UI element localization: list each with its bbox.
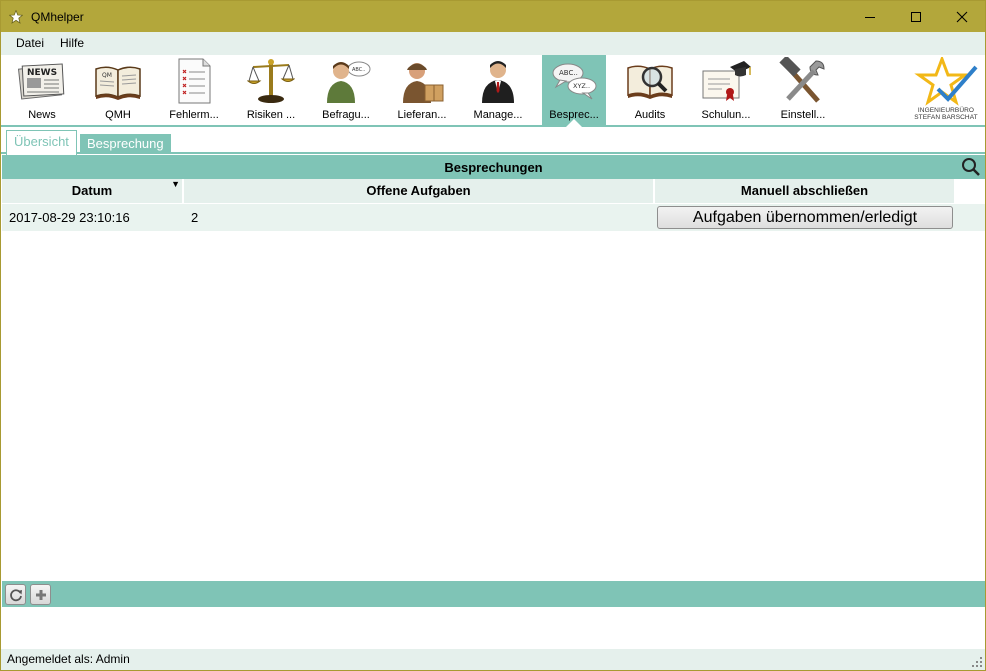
ribbon-label: QMH — [105, 109, 131, 121]
star-check-logo-icon — [914, 57, 978, 106]
app-window: QMhelper Datei Hilfe NEWS News QM QMH Fe… — [0, 0, 986, 671]
column-header-datum[interactable]: Datum ▼ — [2, 179, 183, 203]
ribbon-lieferanten[interactable]: Lieferan... — [390, 55, 454, 127]
status-text: Angemeldet als: Admin — [7, 652, 130, 666]
svg-text:QM: QM — [102, 72, 112, 79]
ribbon-news[interactable]: NEWS News — [10, 55, 74, 127]
svg-text:XYZ..: XYZ.. — [573, 82, 590, 90]
column-header-offene-aufgaben[interactable]: Offene Aufgaben — [184, 179, 654, 203]
ribbon-label: Befragu... — [322, 109, 370, 121]
aufgaben-erledigt-button[interactable]: Aufgaben übernommen/erledigt — [657, 206, 953, 229]
tab-strip: Übersicht Besprechung — [1, 129, 985, 155]
delivery-person-icon — [396, 57, 448, 105]
bottom-toolbar — [2, 581, 985, 607]
star-icon — [8, 9, 24, 25]
ribbon-label: Risiken ... — [246, 109, 296, 121]
title-bar[interactable]: QMhelper — [1, 1, 985, 32]
minimize-icon — [865, 16, 875, 18]
tab-besprechung[interactable]: Besprechung — [80, 134, 171, 154]
svg-text:ABC..: ABC.. — [559, 69, 578, 77]
table-row[interactable]: 2017-08-29 23:10:16 2 Aufgaben übernomme… — [2, 204, 985, 231]
ribbon-label: Lieferan... — [397, 109, 447, 121]
ribbon-management[interactable]: Manage... — [466, 55, 530, 127]
ribbon-label: Schulun... — [701, 109, 751, 121]
svg-text:NEWS: NEWS — [27, 68, 57, 78]
ribbon-einstellungen[interactable]: Einstell... — [771, 55, 835, 127]
ribbon-besprechungen[interactable]: ABC.. XYZ.. Besprec... — [542, 55, 606, 129]
add-button[interactable] — [30, 584, 51, 605]
ribbon-fehlermanagement[interactable]: Fehlerm... — [162, 55, 226, 127]
speech-bubbles-icon: ABC.. XYZ.. — [548, 57, 600, 105]
book-icon: QM — [92, 57, 144, 105]
add-icon — [35, 589, 46, 600]
ribbon-label: Fehlerm... — [169, 109, 219, 121]
magnifier-book-icon — [624, 57, 676, 105]
ribbon-label: Manage... — [473, 109, 523, 121]
newspaper-icon: NEWS — [16, 57, 68, 105]
svg-text:ABC..: ABC.. — [352, 67, 366, 73]
menu-bar: Datei Hilfe — [1, 32, 985, 55]
maximize-button[interactable] — [893, 1, 939, 32]
panel-title: Besprechungen — [444, 159, 543, 175]
sort-desc-icon: ▼ — [171, 179, 180, 189]
divider — [29, 606, 966, 607]
status-bar: Angemeldet als: Admin — [1, 649, 985, 670]
ribbon-qmh[interactable]: QM QMH — [86, 55, 150, 127]
ribbon-toolbar: NEWS News QM QMH Fehlerm... Risiken ... … — [1, 55, 985, 129]
grid-header: Datum ▼ Offene Aufgaben Manuell abschlie… — [2, 179, 985, 203]
cell-offene-aufgaben: 2 — [191, 210, 199, 225]
ribbon-schulungen[interactable]: Schulun... — [694, 55, 758, 127]
window-controls — [847, 1, 985, 32]
resize-grip-icon[interactable] — [971, 656, 983, 668]
menu-datei[interactable]: Datei — [8, 32, 52, 55]
panel-header: Besprechungen — [2, 155, 985, 179]
refresh-icon — [9, 588, 22, 601]
logo-text-line1: INGENIEURBÜRO — [917, 107, 975, 114]
tools-icon — [777, 57, 829, 105]
manager-icon — [472, 57, 524, 105]
menu-hilfe[interactable]: Hilfe — [52, 32, 92, 55]
ribbon-label: Audits — [634, 109, 666, 121]
window-title: QMhelper — [31, 9, 84, 24]
close-icon — [956, 11, 968, 22]
minimize-button[interactable] — [847, 1, 893, 32]
ribbon-befragungen[interactable]: ABC.. Befragu... — [314, 55, 378, 127]
search-icon[interactable] — [961, 157, 981, 177]
column-header-manuell-abschliessen[interactable]: Manuell abschließen — [655, 179, 955, 203]
survey-person-icon: ABC.. — [320, 57, 372, 105]
ribbon-label: Einstell... — [780, 109, 826, 121]
ribbon-audits[interactable]: Audits — [618, 55, 682, 127]
tab-uebersicht[interactable]: Übersicht — [6, 130, 77, 155]
certificate-icon — [700, 57, 752, 105]
ribbon-risiken[interactable]: Risiken ... — [239, 55, 303, 127]
ribbon-label: News — [28, 109, 56, 121]
cell-datum: 2017-08-29 23:10:16 — [9, 210, 130, 225]
company-logo: INGENIEURBÜRO STEFAN BARSCHAT — [913, 57, 979, 125]
maximize-icon — [911, 11, 921, 22]
refresh-button[interactable] — [5, 584, 26, 605]
close-button[interactable] — [939, 1, 985, 32]
ribbon-label: Besprec... — [549, 109, 599, 121]
checklist-icon — [168, 57, 220, 105]
logo-text-line2: STEFAN BARSCHAT — [914, 114, 978, 121]
scales-icon — [245, 57, 297, 105]
